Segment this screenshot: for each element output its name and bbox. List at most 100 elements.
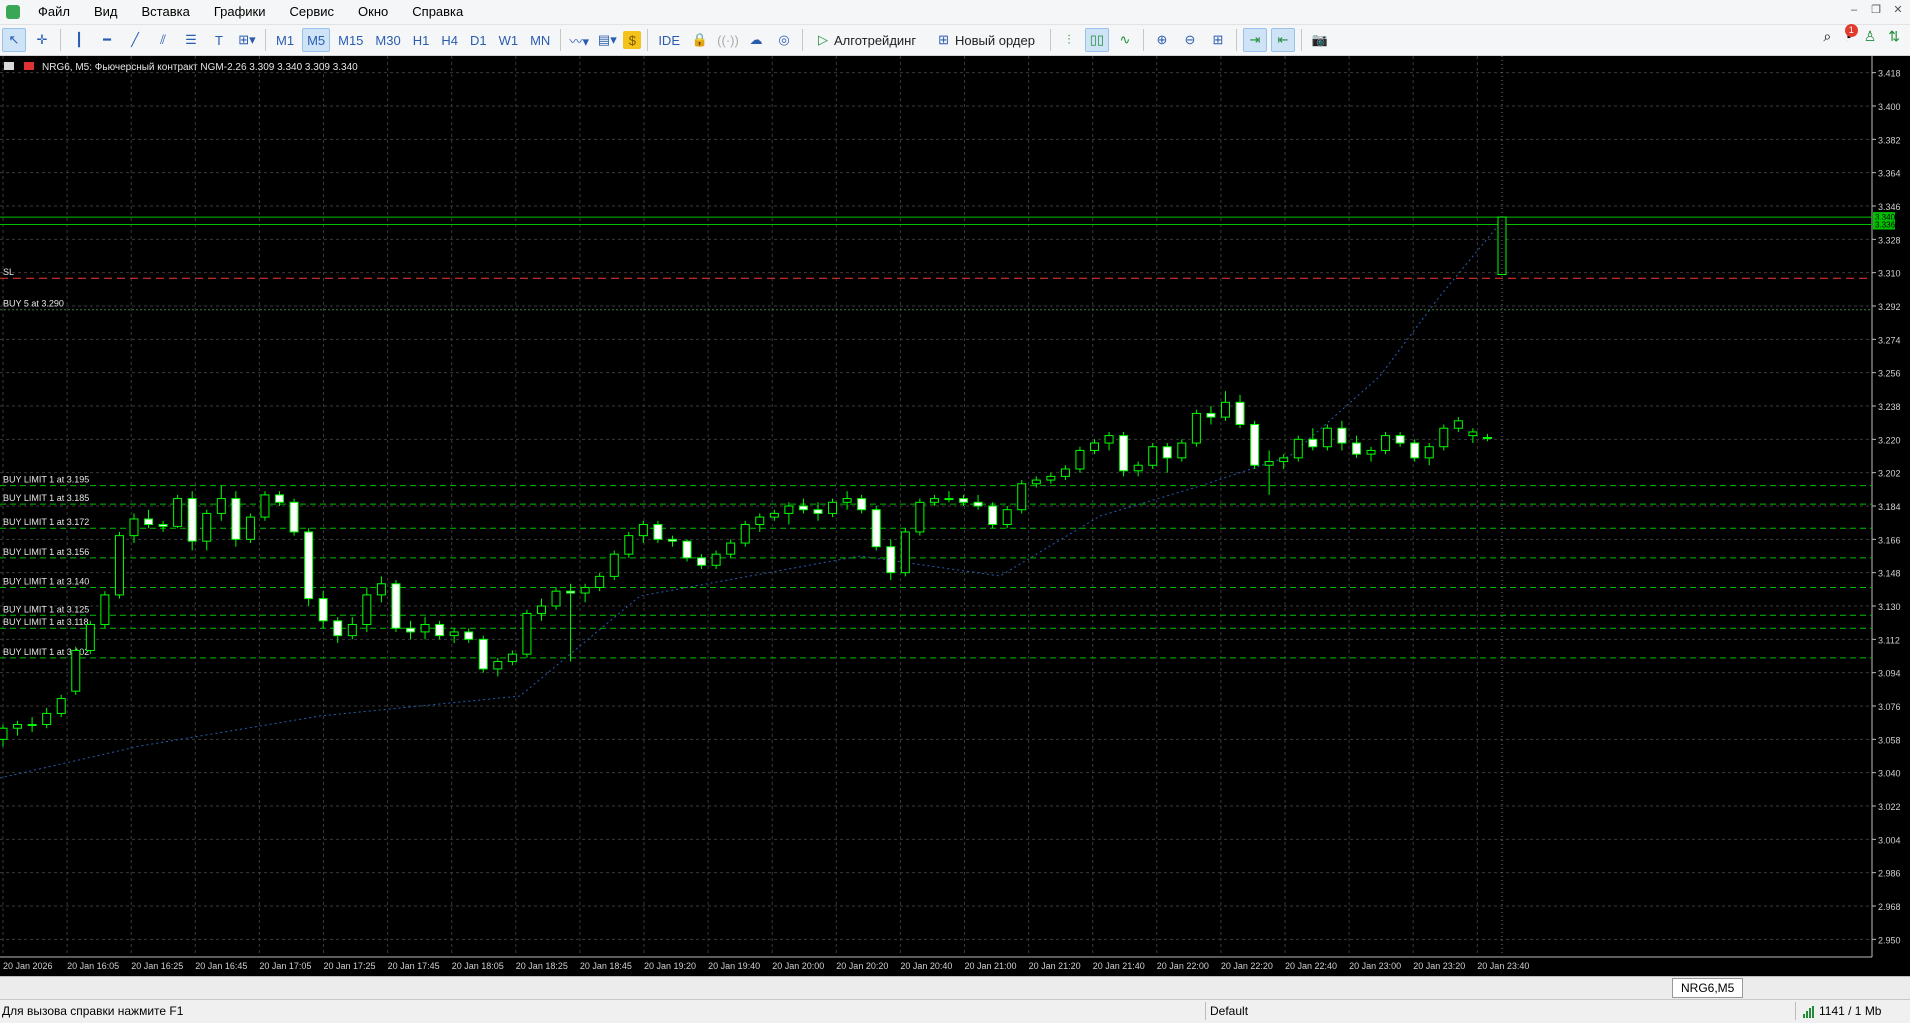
candle-bull (711, 553, 721, 566)
chart-symbol-header: NRG6, M5: Фьючерсный контракт NGM-2.26 3… (42, 62, 358, 73)
timeframe-h4[interactable]: H4 (437, 28, 462, 52)
candle-bear (1206, 412, 1216, 418)
timeframe-m15[interactable]: M15 (334, 28, 367, 52)
text-tool-icon[interactable]: T (207, 28, 231, 52)
menu-help[interactable]: Справка (400, 0, 475, 24)
chart-tab-nrg6-m5[interactable]: NRG6,M5 (1672, 978, 1744, 998)
status-profile[interactable]: Default (1210, 1004, 1248, 1018)
menu-tools[interactable]: Сервис (278, 0, 347, 24)
account-icon[interactable]: ♙ (1864, 28, 1877, 45)
candle-bear (1308, 438, 1318, 448)
candle-bull (769, 512, 779, 518)
restore-icon[interactable]: ❐ (1870, 4, 1882, 16)
candle-bear (1351, 442, 1361, 455)
candle-bull (1017, 483, 1027, 511)
algotrading-button[interactable]: ▷ Алготрейдинг (809, 28, 925, 52)
zoom-out-icon[interactable]: ⊖ (1178, 28, 1202, 52)
horizontal-line-icon[interactable]: ━ (95, 28, 119, 52)
menu-window[interactable]: Окно (346, 0, 400, 24)
timeframe-d1[interactable]: D1 (466, 28, 491, 52)
price-tick-label: 2.950 (1878, 935, 1901, 945)
timeframe-m30[interactable]: M30 (371, 28, 404, 52)
bar-chart-icon[interactable]: ⫶ (1057, 28, 1081, 52)
candlestick-chart-icon[interactable]: ▯▯ (1084, 28, 1109, 52)
chart-window[interactable]: 3.418 3.400 3.382 3.364 3.346 3.328 3.310 3.292… (0, 56, 1910, 976)
cloud-icon[interactable]: ☁ (744, 28, 768, 52)
price-chart[interactable]: 3.418 3.400 3.382 3.364 3.346 3.328 3.310 3.292… (0, 56, 1910, 976)
minimize-icon[interactable]: – (1848, 4, 1860, 16)
menu-charts[interactable]: Графики (202, 0, 278, 24)
candle-bull (551, 590, 561, 607)
ide-button[interactable]: IDE (654, 28, 684, 52)
symbol-flag-icon (24, 62, 34, 70)
close-icon[interactable]: ✕ (1892, 4, 1904, 16)
tile-windows-icon[interactable]: ⊞ (1206, 28, 1230, 52)
dollar-icon[interactable]: $ (623, 31, 642, 49)
line-chart-icon[interactable]: ∿ (1113, 28, 1137, 52)
auto-scroll-icon[interactable]: ⇥ (1242, 28, 1267, 52)
candle-bull (1439, 427, 1449, 448)
price-tick-label: 3.310 (1878, 269, 1901, 279)
price-tick-label: 3.112 (1878, 635, 1900, 645)
menu-view[interactable]: Вид (82, 0, 130, 24)
candle-bear (667, 538, 677, 542)
candle-bull (1264, 461, 1274, 466)
time-tick-label: 20 Jan 18:25 (516, 961, 568, 971)
notifications-icon[interactable]: ◔ 1 (1843, 23, 1858, 45)
candle-bull (1424, 446, 1434, 459)
timeframe-m5[interactable]: M5 (302, 28, 331, 52)
candle-bull (1322, 427, 1332, 448)
price-tick-label: 3.328 (1878, 235, 1901, 245)
price-tick-label: 3.220 (1878, 435, 1901, 445)
price-tick-label: 3.076 (1878, 702, 1901, 712)
time-tick-label: 20 Jan 23:00 (1349, 961, 1401, 971)
candle-bear (871, 509, 881, 548)
vps-icon[interactable]: ◎ (772, 28, 796, 52)
candle-bear (391, 583, 401, 629)
candle-bull (42, 712, 52, 726)
crosshair-tool-icon[interactable]: ✛ (30, 28, 54, 52)
cursor-tool-icon[interactable]: ↖ (2, 28, 26, 52)
candle-bull (1104, 435, 1114, 444)
signal-icon[interactable]: ((·)) (716, 28, 740, 52)
time-tick-label: 20 Jan 17:25 (324, 961, 376, 971)
candle-bear (187, 498, 197, 542)
templates-icon[interactable]: ▤▾ (595, 28, 619, 52)
timeframe-mn[interactable]: MN (526, 28, 554, 52)
trend-line-icon[interactable]: ╱ (123, 28, 147, 52)
candle-bear (682, 540, 692, 559)
candle-bear (435, 624, 445, 637)
vertical-line-icon[interactable]: ┃ (67, 28, 91, 52)
time-tick-label: 20 Jan 22:40 (1285, 961, 1337, 971)
new-order-button[interactable]: ⊞ Новый ордер (929, 28, 1044, 52)
chart-shift-icon[interactable]: ⇤ (1270, 28, 1295, 52)
time-tick-label: 20 Jan 17:05 (259, 961, 311, 971)
shapes-icon[interactable]: ⊞▾ (235, 28, 259, 52)
time-tick-label: 20 Jan 16:05 (67, 961, 119, 971)
candle-bear (318, 598, 328, 622)
menu-file[interactable]: Файл (26, 0, 82, 24)
candle-bull (260, 494, 270, 518)
search-icon[interactable]: ⌕ (1823, 28, 1831, 45)
screenshot-icon[interactable]: 📷 (1308, 28, 1332, 52)
time-tick-label: 20 Jan 2026 (3, 961, 53, 971)
candle-bull (1468, 431, 1478, 437)
timeframe-h1[interactable]: H1 (409, 28, 434, 52)
lock-icon[interactable]: 🔒 (688, 28, 712, 52)
timeframe-w1[interactable]: W1 (495, 28, 523, 52)
price-tick-label: 3.040 (1878, 769, 1901, 779)
channel-icon[interactable]: ⫽ (151, 28, 175, 52)
indicators-icon[interactable]: 〰▾ (567, 28, 591, 52)
trading-icon[interactable]: ⇅ (1888, 28, 1900, 45)
timeframe-m1[interactable]: M1 (272, 28, 298, 52)
menu-insert[interactable]: Вставка (130, 0, 202, 24)
zoom-in-icon[interactable]: ⊕ (1150, 28, 1174, 52)
time-tick-label: 20 Jan 19:20 (644, 961, 696, 971)
time-tick-label: 20 Jan 16:45 (195, 961, 247, 971)
candle-bull (100, 594, 110, 626)
current-price-label: 3.336 (1875, 221, 1896, 230)
new-order-icon: ⊞ (938, 32, 949, 47)
candle-bull (1497, 216, 1507, 276)
fibonacci-icon[interactable]: ☰ (179, 28, 203, 52)
status-connection[interactable]: 1141 / 1 Mb (1803, 1004, 1881, 1018)
